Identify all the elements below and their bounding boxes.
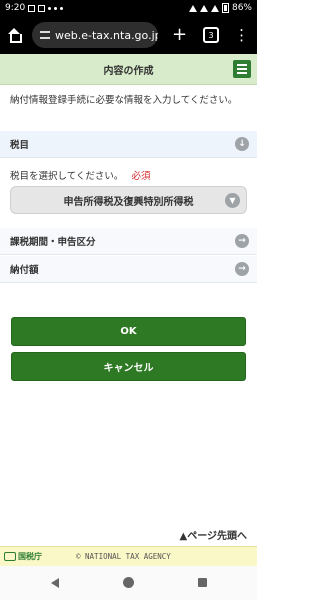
tax-item-select[interactable]: 申告所得税及復興特別所得税 ▼	[10, 186, 247, 214]
home-button-icon[interactable]	[123, 577, 134, 588]
arrow-right-icon[interactable]: →	[235, 234, 249, 248]
nta-logo-icon	[4, 552, 16, 561]
section-tax-item-label: 税目	[10, 140, 30, 151]
url-text[interactable]: web.e-tax.nta.go.jp	[55, 29, 158, 42]
section-amount-label: 納付額	[10, 265, 39, 276]
recent-apps-icon[interactable]	[198, 578, 207, 587]
status-right: 86%	[188, 3, 252, 13]
tax-item-prompt: 税目を選択してください。 必須	[10, 168, 150, 182]
signal-icon	[210, 4, 219, 12]
image-notification-icon	[28, 4, 36, 12]
page-top-link[interactable]: ▲ページ先頭へ	[180, 527, 248, 542]
status-bar: 9:20 86%	[0, 0, 257, 16]
chevron-down-icon: ▼	[225, 193, 240, 208]
ok-button[interactable]: OK	[11, 317, 246, 346]
cancel-button[interactable]: キャンセル	[11, 352, 246, 381]
section-period-label: 課税期間・申告区分	[10, 237, 96, 248]
page-header: 内容の作成	[0, 54, 257, 85]
section-period[interactable]: 課税期間・申告区分 →	[0, 228, 257, 255]
bell-icon	[54, 6, 58, 10]
nta-logo: 国税庁	[4, 551, 42, 562]
arrow-right-icon[interactable]: →	[235, 262, 249, 276]
tab-switcher-icon[interactable]: 3	[203, 27, 220, 43]
select-prompt: 税目を選択してください。	[10, 171, 124, 182]
section-amount[interactable]: 納付額 →	[0, 256, 257, 283]
section-tax-item[interactable]: 税目 ↓	[0, 131, 257, 158]
site-settings-icon[interactable]	[40, 31, 50, 39]
arrow-down-icon[interactable]: ↓	[235, 137, 249, 151]
url-bar[interactable]: web.e-tax.nta.go.jp	[32, 22, 158, 48]
vibrate-icon	[188, 4, 197, 12]
system-nav-bar	[0, 566, 257, 600]
browser-toolbar: web.e-tax.nta.go.jp + 3 ⋮	[0, 16, 257, 54]
nta-logo-text: 国税庁	[18, 552, 42, 561]
status-time: 9:20	[5, 3, 26, 13]
mail-icon	[38, 4, 46, 12]
tax-item-selected-value: 申告所得税及復興特別所得税	[63, 196, 194, 208]
battery-icon	[221, 3, 229, 13]
wifi-icon	[199, 4, 208, 12]
battery-percent: 86%	[231, 3, 252, 13]
status-left: 9:20	[5, 3, 64, 13]
more-notifications-icon	[60, 6, 64, 10]
browser-menu-icon[interactable]: ⋮	[234, 27, 249, 43]
required-badge: 必須	[131, 171, 151, 182]
intro-text: 納付情報登録手続に必要な情報を入力してください。	[10, 95, 238, 106]
menu-icon[interactable]	[233, 60, 251, 78]
new-tab-icon[interactable]: +	[172, 26, 187, 44]
footer: 国税庁 © NATIONAL TAX AGENCY	[0, 546, 257, 566]
page-title: 内容の作成	[103, 65, 154, 77]
home-icon[interactable]	[6, 27, 22, 43]
back-icon[interactable]	[51, 578, 59, 588]
copyright: © NATIONAL TAX AGENCY	[76, 552, 171, 561]
cloud-icon	[48, 6, 52, 10]
